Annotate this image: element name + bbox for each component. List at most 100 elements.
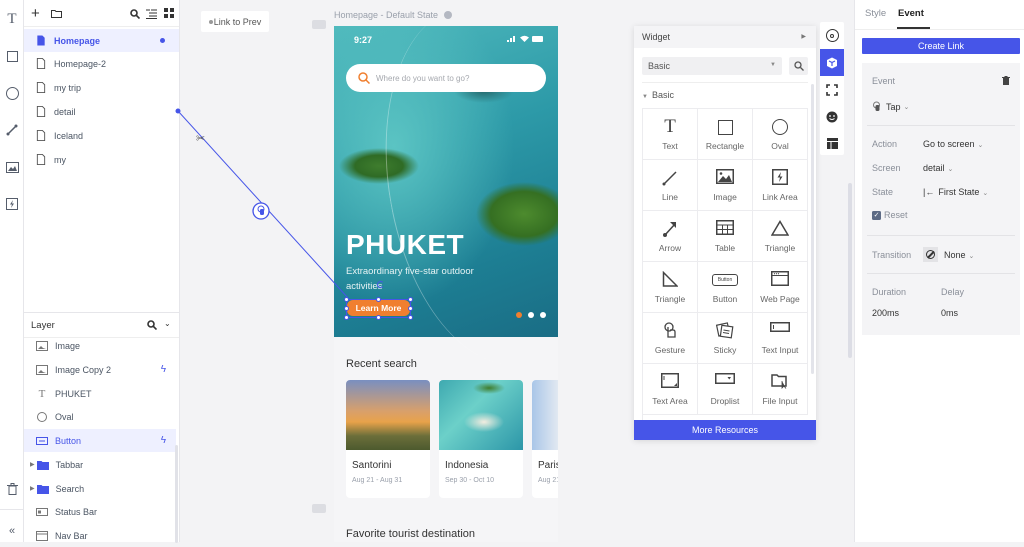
more-resources-button[interactable]: More Resources [634, 420, 816, 440]
expand-panel-icon[interactable]: ▶ [801, 33, 806, 40]
layer-search-icon[interactable] [147, 320, 157, 330]
widget-triangle[interactable]: Triangle [753, 211, 808, 262]
transition-none-icon[interactable] [923, 247, 938, 262]
page-item-detail[interactable]: detail [24, 100, 179, 123]
expand-icon[interactable]: ▶ [30, 485, 35, 492]
page-item-iceland[interactable]: Iceland [24, 124, 179, 147]
widget-text[interactable]: T Text [643, 109, 698, 160]
selection-box[interactable] [344, 297, 413, 320]
gear-icon[interactable] [443, 11, 452, 19]
rectangle-tool-icon[interactable] [0, 46, 24, 66]
canvas-scrollbar[interactable] [848, 183, 852, 358]
page-item-homepage[interactable]: Homepage [24, 29, 179, 52]
reset-checkbox[interactable]: ✓ Reset [872, 210, 908, 220]
carousel-dot[interactable] [516, 312, 522, 318]
phone-search-input[interactable]: Where do you want to go? [346, 64, 546, 92]
layer-item-nav-bar[interactable]: Nav Bar [24, 524, 176, 547]
component-icon[interactable] [820, 76, 844, 103]
layer-item-image-copy-2[interactable]: Image Copy 2 ϟ [24, 358, 176, 381]
widget-text-area[interactable]: Text Area [643, 364, 698, 415]
delete-event-icon[interactable] [1002, 76, 1010, 85]
expand-icon[interactable]: ▶ [30, 461, 35, 468]
widget-cube-icon[interactable] [820, 49, 844, 76]
link-area-tool-icon[interactable] [0, 194, 24, 214]
emoji-icon[interactable] [820, 103, 844, 130]
line-tool-icon[interactable] [0, 120, 24, 140]
link-start-point[interactable] [175, 108, 181, 114]
widget-right-triangle[interactable]: Triangle [643, 262, 698, 313]
widget-gesture[interactable]: Gesture [643, 313, 698, 364]
destination-card[interactable]: Paris Aug 21 [532, 380, 558, 498]
widget-table[interactable]: Table [698, 211, 753, 262]
resize-handle[interactable] [344, 315, 349, 320]
resize-handle[interactable] [376, 297, 381, 302]
duration-input[interactable]: 200ms [872, 308, 899, 318]
layer-item-search[interactable]: ▶ Search [24, 477, 176, 500]
add-page-icon[interactable]: + [31, 5, 40, 22]
layer-item-status-bar[interactable]: Status Bar [24, 500, 176, 523]
destination-card[interactable]: Santorini Aug 21 - Aug 31 [346, 380, 430, 498]
resize-handle[interactable] [408, 306, 413, 311]
resize-handle[interactable] [408, 315, 413, 320]
basic-section-header[interactable]: ▼ Basic [642, 90, 674, 100]
screen-select[interactable]: detail ⌄ [923, 163, 953, 173]
layer-item-oval[interactable]: Oval [24, 405, 176, 428]
widget-link-area[interactable]: Link Area [753, 160, 808, 211]
screen-tag-icon[interactable] [312, 504, 326, 513]
page-item-my-trip[interactable]: my trip [24, 76, 179, 99]
event-trigger-select[interactable]: Tap ⌄ [872, 101, 909, 112]
tab-style[interactable]: Style [865, 8, 886, 19]
widget-rectangle[interactable]: Rectangle [698, 109, 753, 160]
widget-button[interactable]: Button Button [698, 262, 753, 313]
widget-text-input[interactable]: Text Input [753, 313, 808, 364]
collapse-icon[interactable]: « [0, 521, 24, 541]
widget-web-page[interactable]: Web Page [753, 262, 808, 313]
tab-event[interactable]: Event [898, 8, 924, 19]
screen-tag-icon[interactable] [312, 20, 326, 29]
template-icon[interactable] [820, 130, 844, 157]
page-item-my[interactable]: my [24, 148, 179, 171]
create-link-button[interactable]: Create Link [862, 38, 1020, 54]
page-item-homepage-2[interactable]: Homepage-2 [24, 52, 179, 75]
widget-search-button[interactable] [789, 57, 808, 75]
layer-item-phuket[interactable]: T PHUKET [24, 382, 176, 405]
rotate-handle-icon[interactable] [377, 281, 384, 288]
trash-icon[interactable] [0, 479, 24, 499]
carousel-dot[interactable] [540, 312, 546, 318]
layer-item-button[interactable]: Button ϟ [24, 429, 176, 452]
link-to-prev-button[interactable]: Link to Prev [201, 11, 269, 32]
widget-sticky[interactable]: Sticky [698, 313, 753, 364]
image-tool-icon[interactable] [0, 157, 24, 177]
destination-card[interactable]: Indonesia Sep 30 - Oct 10 [439, 380, 523, 498]
transition-select[interactable]: None ⌄ [944, 250, 974, 260]
delay-input[interactable]: 0ms [941, 308, 958, 318]
action-select[interactable]: Go to screen ⌄ [923, 139, 983, 149]
oval-tool-icon[interactable] [0, 83, 24, 103]
hero-image[interactable]: 9:27 Where do you want to go? PHUKET Ext… [334, 26, 558, 381]
resize-handle[interactable] [344, 306, 349, 311]
state-select[interactable]: |← First State ⌄ [923, 187, 988, 197]
resize-handle[interactable] [376, 315, 381, 320]
widget-image[interactable]: Image [698, 160, 753, 211]
grid-view-icon[interactable] [164, 8, 174, 18]
carousel-dot[interactable] [528, 312, 534, 318]
search-icon[interactable] [130, 9, 140, 19]
layer-scrollbar[interactable] [175, 445, 178, 543]
resize-handle[interactable] [408, 297, 413, 302]
layer-collapse-chevron-icon[interactable]: ⌄ [164, 319, 171, 328]
checkbox-checked-icon[interactable]: ✓ [872, 210, 881, 220]
layer-item-image[interactable]: Image [24, 334, 176, 357]
list-view-icon[interactable] [146, 8, 157, 19]
interaction-link-line[interactable] [170, 100, 350, 300]
text-tool-icon[interactable]: T [0, 9, 24, 29]
widget-arrow[interactable]: Arrow [643, 211, 698, 262]
widget-category-select[interactable]: Basic ▼ [642, 57, 782, 75]
widget-scrollbar[interactable] [811, 84, 814, 374]
add-folder-icon[interactable] [51, 9, 62, 18]
layer-item-tabbar[interactable]: ▶ Tabbar [24, 453, 176, 476]
tap-gesture-icon[interactable] [251, 201, 271, 221]
widget-file-input[interactable]: File Input [753, 364, 808, 415]
widget-oval[interactable]: Oval [753, 109, 808, 160]
widget-droplist[interactable]: Droplist [698, 364, 753, 415]
target-icon[interactable] [820, 22, 844, 49]
